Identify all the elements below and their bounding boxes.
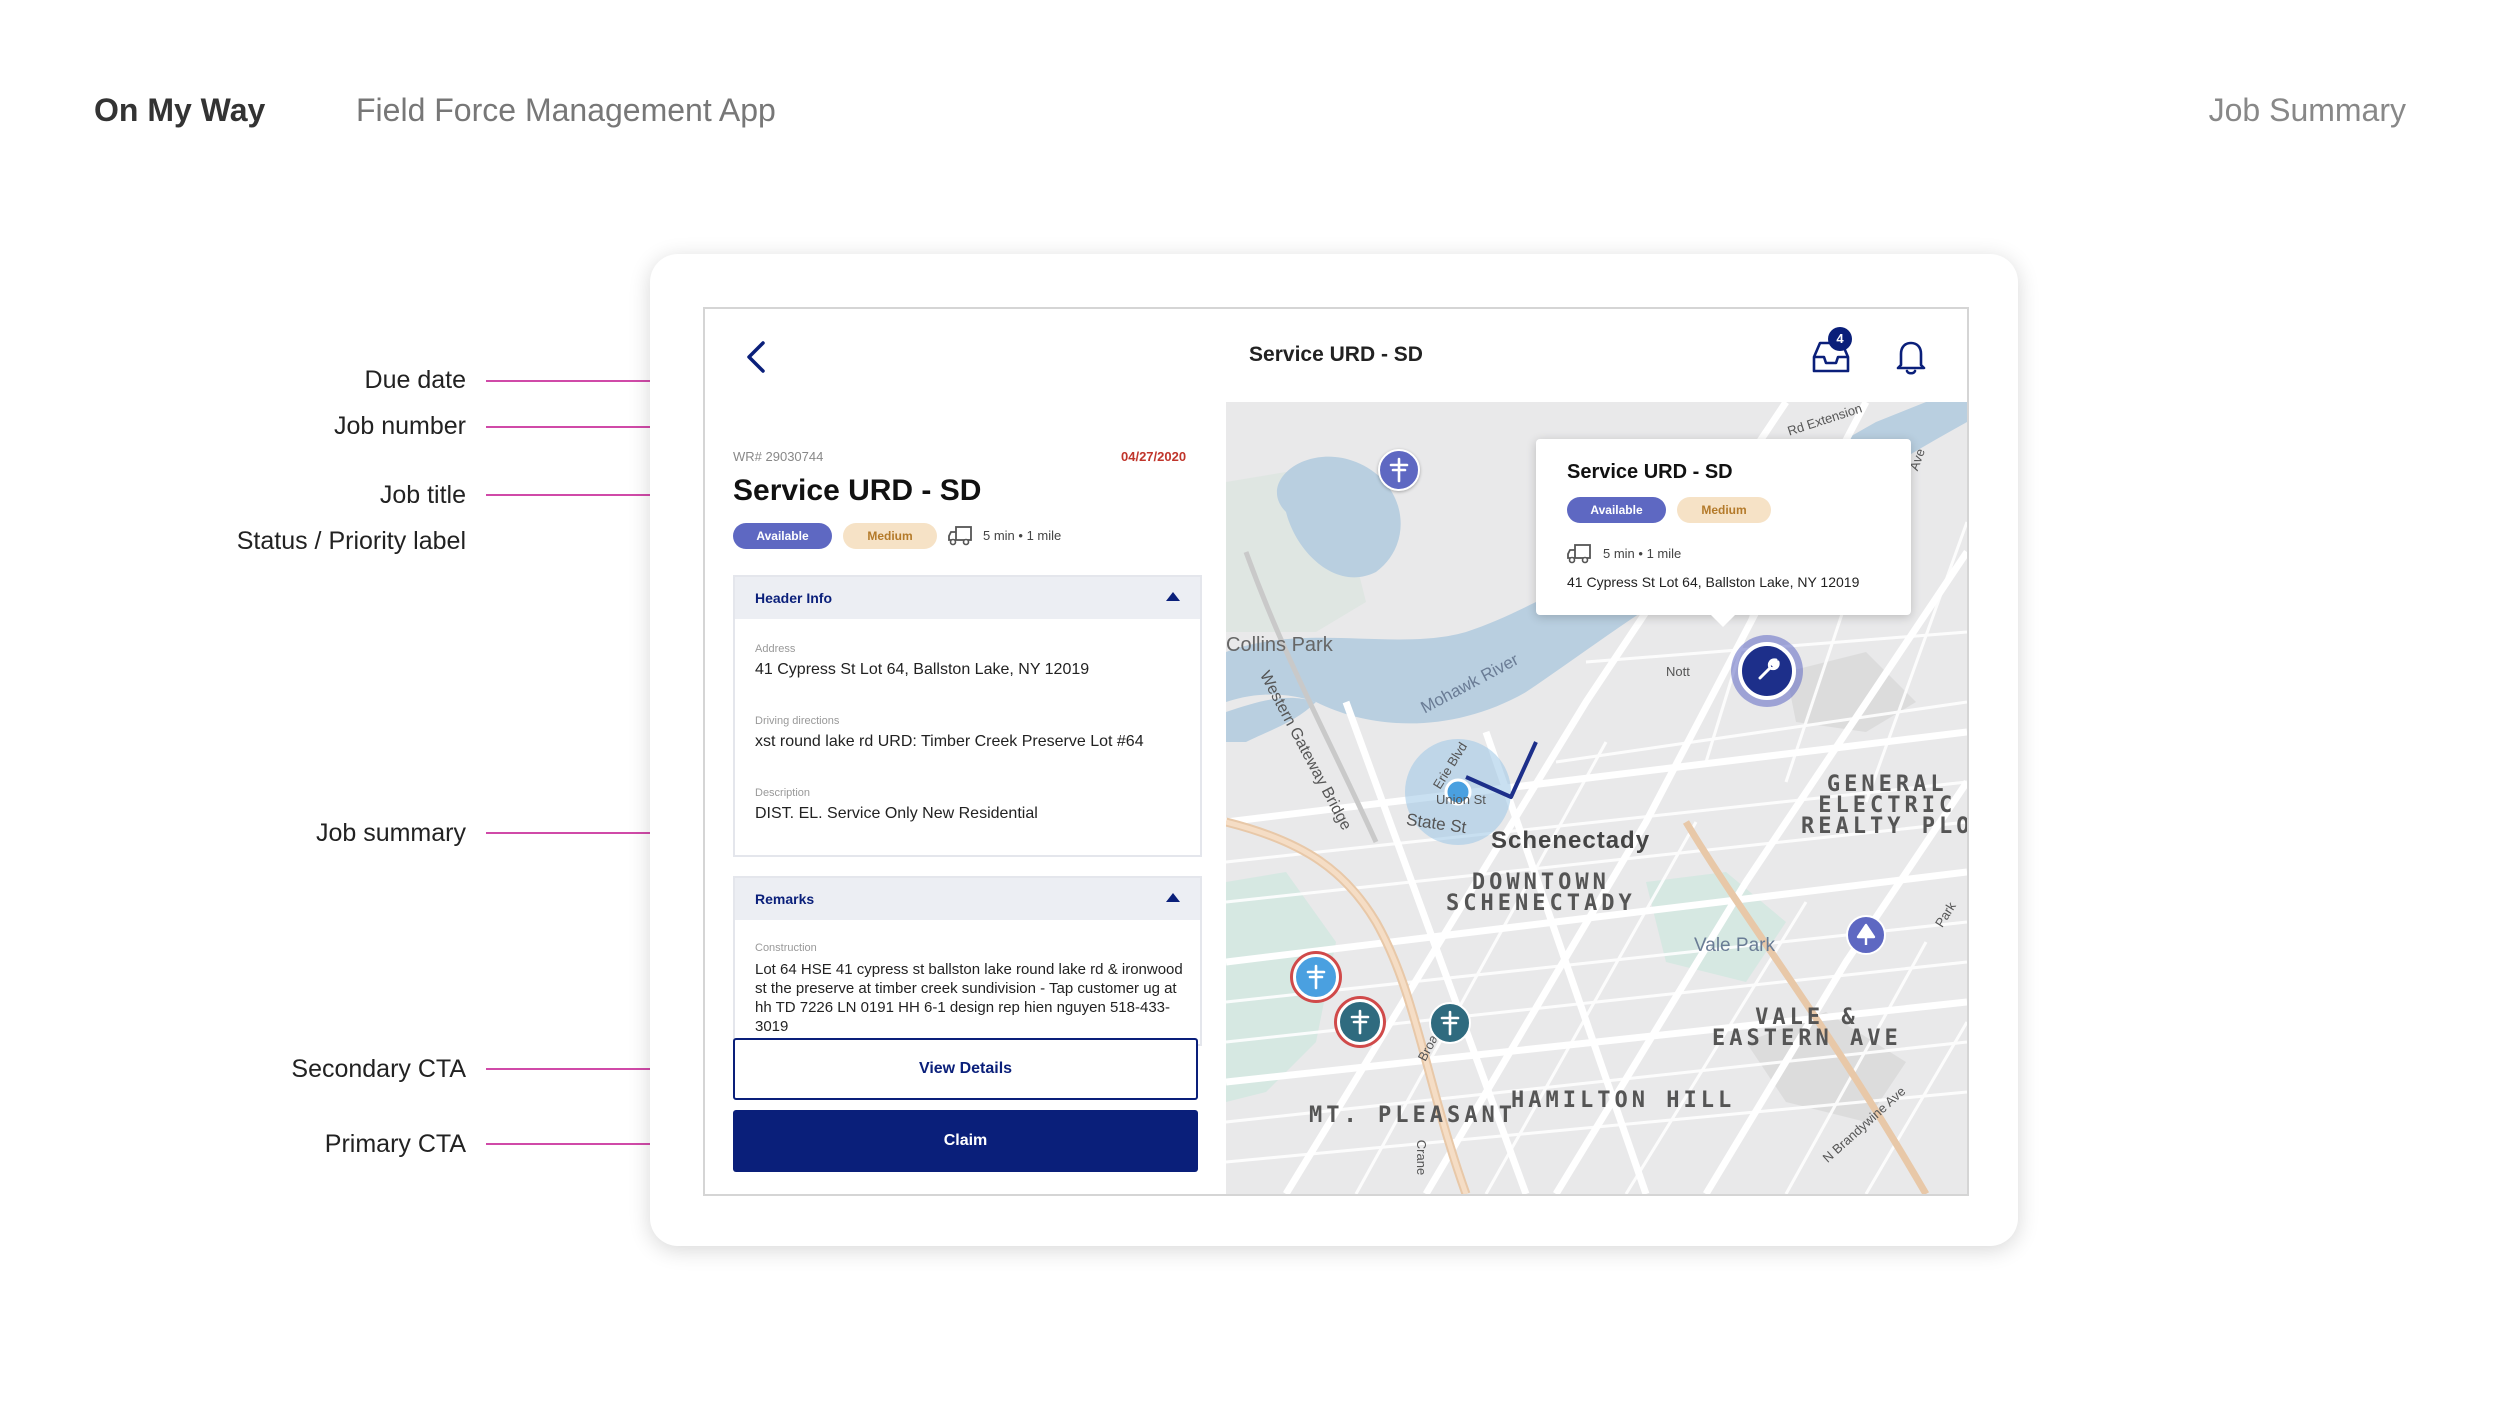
map-view[interactable]: Collins Park Mohawk River Western Gatewa…: [1226, 402, 1967, 1194]
job-number: WR# 29030744: [733, 449, 824, 464]
wrench-icon: [1758, 658, 1780, 680]
annotation-job-number: Job number: [333, 412, 466, 440]
map-pin-selected-job[interactable]: [1738, 642, 1796, 700]
annotation-job-title: Job title: [379, 481, 466, 509]
remarks-card: Remarks Construction Lot 64 HSE 41 cypre…: [733, 876, 1202, 1046]
top-bar: Service URD - SD 4: [705, 309, 1967, 402]
annotation-primary-cta: Primary CTA: [324, 1130, 466, 1158]
construction-value: Lot 64 HSE 41 cypress st ballston lake r…: [755, 961, 1183, 1035]
truck-icon: [1567, 544, 1591, 564]
job-detail-panel: WR# 29030744 04/27/2020 Service URD - SD…: [705, 402, 1226, 1194]
map-label-vale-park: Vale Park: [1694, 935, 1775, 956]
map-pin-tree[interactable]: [1846, 915, 1886, 955]
app-screen: Service URD - SD 4 WR# 29030744 04/27/20…: [703, 307, 1969, 1196]
section-title: Job Summary: [2208, 92, 2406, 128]
truck-icon: [948, 526, 972, 546]
brand-name: On My Way: [94, 92, 266, 128]
utility-pole-icon: [1350, 1009, 1370, 1035]
map-label-mt-pleasant: MT. PLEASANT: [1309, 1103, 1516, 1128]
annotation-secondary-cta: Secondary CTA: [291, 1055, 466, 1083]
remarks-title: Remarks: [755, 891, 815, 907]
annotation-job-summary: Job summary: [315, 819, 466, 847]
map-label-union-st: Union St: [1436, 792, 1486, 807]
status-badge: Available: [733, 523, 832, 549]
annotation-due-date: Due date: [364, 366, 466, 394]
map-label-crane: Crane: [1414, 1139, 1430, 1176]
job-title: Service URD - SD: [733, 474, 982, 507]
map-label-collins-park: Collins Park: [1226, 634, 1333, 656]
priority-badge: Medium: [843, 523, 937, 549]
map-label-hamilton-hill: HAMILTON HILL: [1511, 1088, 1736, 1113]
construction-label: Construction: [755, 942, 817, 954]
collapse-caret-icon: [1166, 592, 1180, 601]
remarks-toggle[interactable]: Remarks: [735, 878, 1200, 920]
directions-value: xst round lake rd URD: Timber Creek Pres…: [755, 733, 1144, 750]
description-label: Description: [755, 787, 811, 799]
map-pin-pole[interactable]: [1293, 954, 1339, 1000]
map-pin-pole[interactable]: [1378, 449, 1420, 491]
map-label-general-electric: GENERAL ELECTRIC REALTY PLO: [1801, 772, 1967, 839]
popup-status-badge: Available: [1567, 497, 1666, 523]
map-label-schenectady: Schenectady: [1491, 827, 1651, 854]
map-label-nott: Nott: [1666, 664, 1690, 679]
address-label: Address: [755, 643, 796, 655]
popup-priority-badge: Medium: [1677, 497, 1771, 523]
popup-eta: 5 min • 1 mile: [1603, 546, 1682, 561]
bell-icon[interactable]: [1893, 337, 1929, 377]
annotation-status-priority: Status / Priority label: [236, 527, 466, 555]
popup-address: 41 Cypress St Lot 64, Ballston Lake, NY …: [1567, 574, 1860, 590]
presentation-subtitle: Field Force Management App: [356, 92, 776, 128]
tree-icon: [1856, 923, 1876, 945]
map-pin-pole[interactable]: [1429, 1002, 1471, 1044]
map-pin-pole[interactable]: [1337, 999, 1383, 1045]
map-label-vale-eastern: VALE & EASTERN AVE: [1712, 1005, 1902, 1051]
utility-pole-icon: [1306, 964, 1326, 990]
header-info-toggle[interactable]: Header Info: [735, 577, 1200, 619]
popup-title: Service URD - SD: [1567, 461, 1733, 483]
description-value: DIST. EL. Service Only New Residential: [755, 805, 1038, 822]
map-label-downtown: DOWNTOWN SCHENECTADY: [1446, 870, 1636, 916]
eta-distance: 5 min • 1 mile: [983, 528, 1062, 543]
claim-button[interactable]: Claim: [733, 1110, 1198, 1172]
header-info-card: Header Info Address 41 Cypress St Lot 64…: [733, 575, 1202, 857]
utility-pole-icon: [1440, 1010, 1460, 1036]
map-popup-card[interactable]: Service URD - SD Available Medium 5 min …: [1536, 439, 1911, 627]
due-date: 04/27/2020: [1121, 449, 1187, 464]
inbox-badge: 4: [1828, 327, 1852, 351]
view-details-button[interactable]: View Details: [733, 1038, 1198, 1100]
collapse-caret-icon: [1166, 893, 1180, 902]
screen-title: Service URD - SD: [1249, 343, 1423, 366]
address-value: 41 Cypress St Lot 64, Ballston Lake, NY …: [755, 661, 1090, 678]
utility-pole-icon: [1389, 457, 1409, 483]
presentation-header: On My Way Field Force Management App Job…: [94, 92, 2406, 142]
directions-label: Driving directions: [755, 715, 840, 727]
header-info-title: Header Info: [755, 590, 833, 606]
